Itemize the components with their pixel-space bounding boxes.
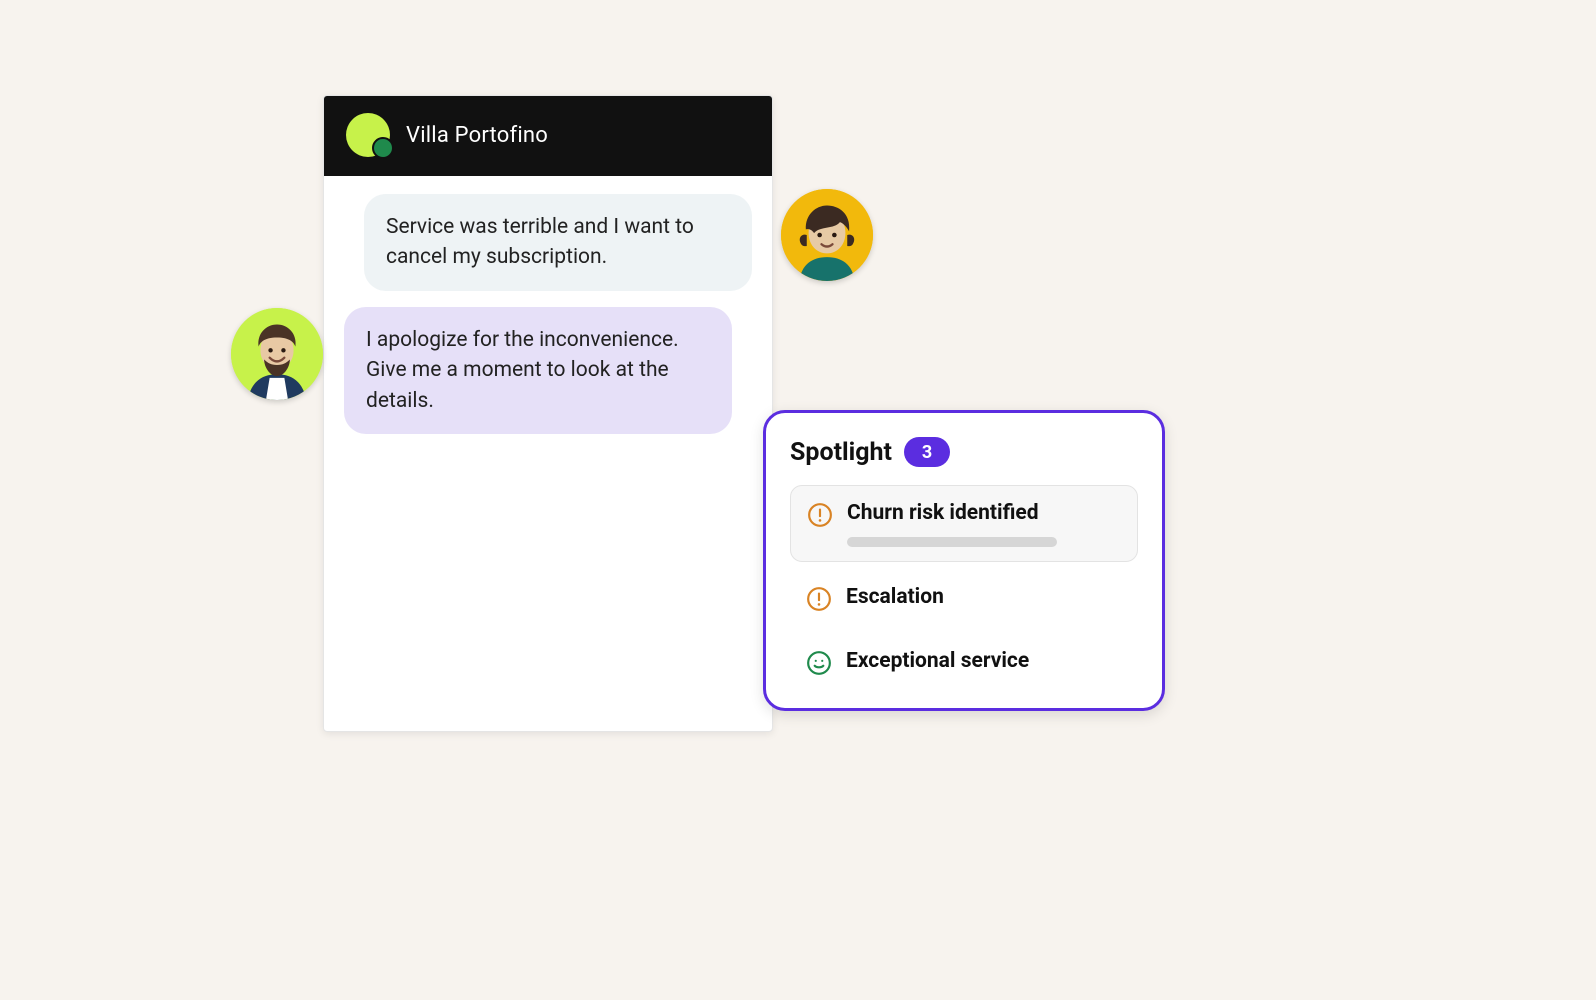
- contact-avatar: [346, 113, 390, 157]
- presence-indicator-icon: [372, 137, 394, 159]
- agent-avatar: [231, 308, 323, 400]
- spotlight-item-label: Churn risk identified: [847, 500, 1057, 527]
- spotlight-list: Churn risk identified Escalation: [790, 485, 1138, 690]
- chat-title: Villa Portofino: [406, 123, 548, 148]
- message-bubble-agent[interactable]: I apologize for the inconvenience. Give …: [344, 307, 732, 434]
- spotlight-item-escalation[interactable]: Escalation: [790, 570, 1138, 626]
- spotlight-count-badge: 3: [904, 437, 950, 467]
- smile-icon: [806, 650, 832, 676]
- alert-circle-icon: [807, 502, 833, 528]
- spotlight-item-label: Exceptional service: [846, 648, 1029, 675]
- chat-window: Villa Portofino Service was terrible and…: [323, 95, 773, 732]
- customer-avatar: [781, 189, 873, 281]
- alert-circle-icon: [806, 586, 832, 612]
- spotlight-item-exceptional-service[interactable]: Exceptional service: [790, 634, 1138, 690]
- spotlight-item-churn-risk[interactable]: Churn risk identified: [790, 485, 1138, 562]
- placeholder-line: [847, 537, 1057, 547]
- chat-header: Villa Portofino: [324, 96, 772, 176]
- message-bubble-customer[interactable]: Service was terrible and I want to cance…: [364, 194, 752, 291]
- spotlight-item-label: Escalation: [846, 584, 944, 611]
- spotlight-title: Spotlight: [790, 438, 892, 467]
- chat-messages: Service was terrible and I want to cance…: [324, 176, 772, 452]
- spotlight-header: Spotlight 3: [790, 437, 1138, 467]
- spotlight-panel: Spotlight 3 Churn risk identified: [763, 410, 1165, 711]
